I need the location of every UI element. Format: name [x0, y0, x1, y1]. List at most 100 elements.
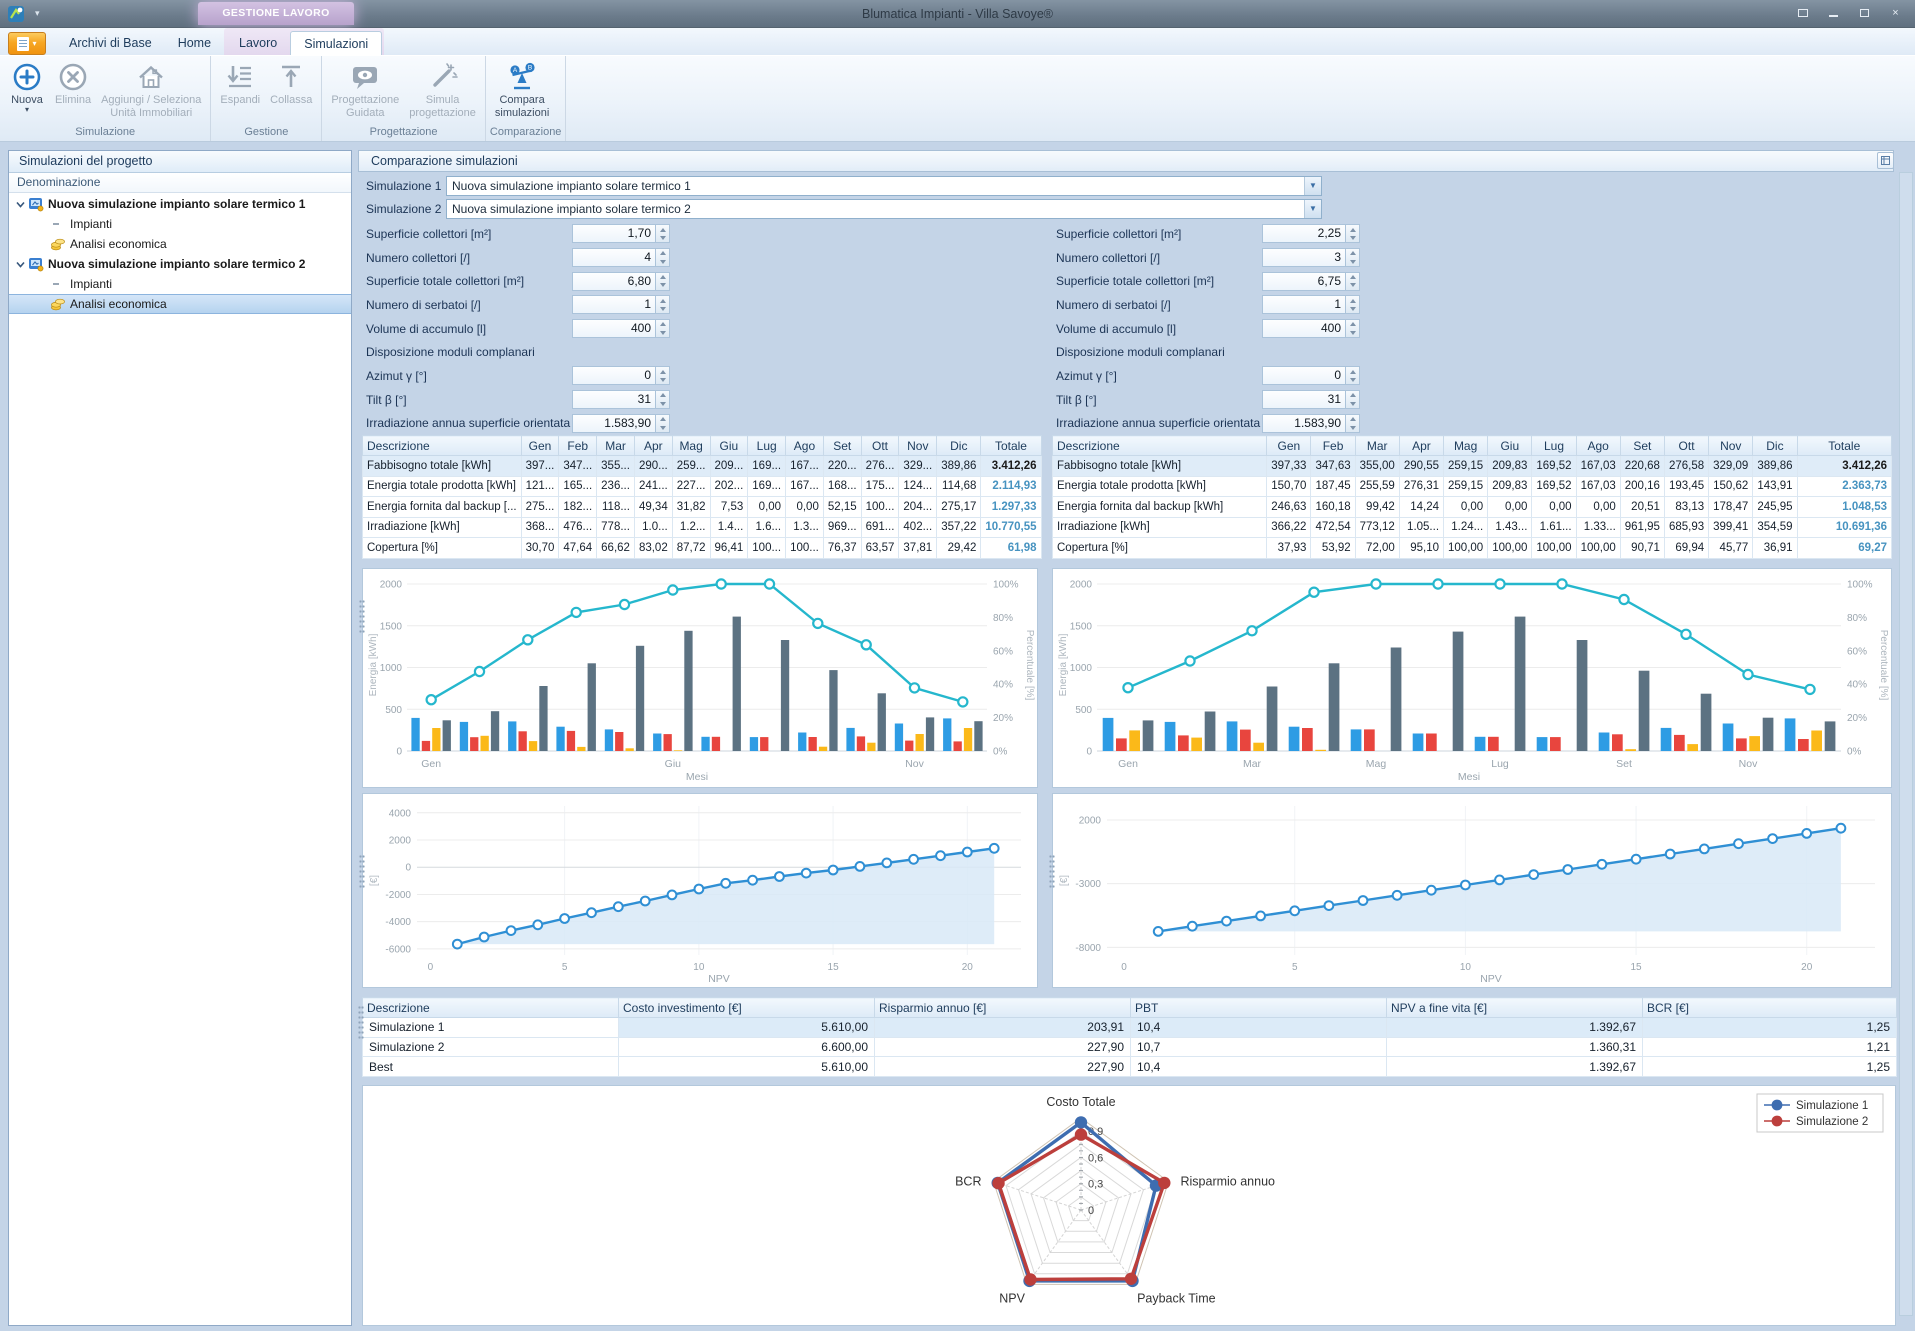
spin-down-icon[interactable]: [1346, 258, 1359, 267]
tree-item-simulation-2[interactable]: Nuova simulazione impianto solare termic…: [9, 254, 351, 274]
spin-down-icon[interactable]: [656, 281, 669, 290]
tree-expander-icon[interactable]: [13, 260, 27, 269]
spin-up-icon[interactable]: [656, 391, 669, 400]
restore-icon[interactable]: [1851, 4, 1878, 22]
sim2-tilt--input[interactable]: 31: [1262, 390, 1346, 409]
spin-up-icon[interactable]: [1346, 391, 1359, 400]
spin-down-icon[interactable]: [1346, 423, 1359, 432]
column-header[interactable]: Lug: [748, 436, 786, 456]
drag-grip-icon[interactable]: [1049, 854, 1055, 888]
compara-button[interactable]: ABCompara simulazioni: [490, 59, 554, 121]
column-header[interactable]: Nov: [1709, 436, 1753, 456]
column-header[interactable]: Ott: [1664, 436, 1708, 456]
column-header[interactable]: Dic: [937, 436, 981, 456]
table-row[interactable]: Energia fornita dal backup [...275...182…: [363, 497, 1042, 518]
sim2-monthly-table[interactable]: DescrizioneGenFebMarAprMagGiuLugAgoSetOt…: [1052, 435, 1892, 559]
spinner-control[interactable]: [656, 319, 670, 338]
spinner-control[interactable]: [656, 295, 670, 314]
spinner-control[interactable]: [1346, 272, 1360, 291]
spin-down-icon[interactable]: [656, 329, 669, 338]
spin-up-icon[interactable]: [656, 296, 669, 305]
table-row[interactable]: Simulazione 15.610,00203,9110,41.392,671…: [363, 1018, 1897, 1038]
spin-down-icon[interactable]: [656, 423, 669, 432]
spinner-control[interactable]: [656, 248, 670, 267]
spin-down-icon[interactable]: [1346, 400, 1359, 409]
table-row[interactable]: Copertura [%]37,9353,9272,0095,10100,001…: [1053, 538, 1892, 559]
tree-item-simulation-1[interactable]: Nuova simulazione impianto solare termic…: [9, 194, 351, 214]
tree-column-header[interactable]: Denominazione: [9, 173, 351, 193]
table-row[interactable]: Copertura [%]30,7047,6466,6283,0287,7296…: [363, 538, 1042, 559]
table-row[interactable]: Irradiazione [kWh]368...476...778...1.0.…: [363, 517, 1042, 538]
spin-down-icon[interactable]: [1346, 376, 1359, 385]
chevron-down-icon[interactable]: ▼: [1304, 177, 1321, 195]
table-row[interactable]: Energia fornita dal backup [kWh]246,6316…: [1053, 497, 1892, 518]
spin-down-icon[interactable]: [656, 400, 669, 409]
vertical-scrollbar[interactable]: [1899, 172, 1913, 1316]
sim2-numero-collettori--input[interactable]: 3: [1262, 248, 1346, 267]
summary-table[interactable]: DescrizioneCosto investimento [€]Risparm…: [362, 997, 1897, 1077]
spin-down-icon[interactable]: [1346, 329, 1359, 338]
column-header[interactable]: Set: [1620, 436, 1664, 456]
column-header[interactable]: Ago: [786, 436, 824, 456]
spin-up-icon[interactable]: [1346, 273, 1359, 282]
sim2-numero-di-serbatoi--input[interactable]: 1: [1262, 295, 1346, 314]
spinner-control[interactable]: [656, 272, 670, 291]
column-header[interactable]: Ago: [1576, 436, 1620, 456]
spin-up-icon[interactable]: [656, 249, 669, 258]
file-menu-button[interactable]: ▾: [8, 32, 46, 55]
chevron-down-icon[interactable]: ▼: [1304, 200, 1321, 218]
minimize-icon[interactable]: [1820, 4, 1847, 22]
spinner-control[interactable]: [1346, 366, 1360, 385]
table-row[interactable]: Fabbisogno totale [kWh]397...347...355..…: [363, 456, 1042, 477]
table-row[interactable]: Fabbisogno totale [kWh]397,33347,63355,0…: [1053, 456, 1892, 477]
drag-grip-icon[interactable]: [359, 599, 365, 633]
column-header[interactable]: Descrizione: [1053, 436, 1267, 456]
spinner-control[interactable]: [1346, 295, 1360, 314]
tab-simulazioni[interactable]: Simulazioni: [290, 31, 382, 55]
spinner-control[interactable]: [1346, 390, 1360, 409]
column-header[interactable]: Totale: [981, 436, 1041, 456]
spin-down-icon[interactable]: [1346, 305, 1359, 314]
table-row[interactable]: Energia totale prodotta [kWh]150,70187,4…: [1053, 476, 1892, 497]
spin-up-icon[interactable]: [656, 320, 669, 329]
column-header[interactable]: Feb: [559, 436, 597, 456]
drag-grip-icon[interactable]: [359, 854, 365, 888]
spin-up-icon[interactable]: [1346, 225, 1359, 234]
sim1-monthly-table[interactable]: DescrizioneGenFebMarAprMagGiuLugAgoSetOt…: [362, 435, 1042, 559]
spinner-control[interactable]: [656, 414, 670, 433]
column-header[interactable]: Apr: [1399, 436, 1443, 456]
spin-up-icon[interactable]: [656, 225, 669, 234]
tree-item-analisi-economica[interactable]: Analisi economica: [9, 294, 351, 314]
column-header[interactable]: Nov: [899, 436, 937, 456]
tree-item-analisi-economica[interactable]: Analisi economica: [9, 234, 351, 254]
simulation2-combobox[interactable]: Nuova simulazione impianto solare termic…: [446, 199, 1322, 219]
column-header[interactable]: Gen: [1267, 436, 1311, 456]
spin-down-icon[interactable]: [656, 258, 669, 267]
tree-item-impianti[interactable]: Impianti: [9, 214, 351, 234]
spin-up-icon[interactable]: [656, 415, 669, 424]
fit-window-icon[interactable]: [1789, 4, 1816, 22]
column-header[interactable]: Descrizione: [363, 436, 522, 456]
spin-down-icon[interactable]: [1346, 234, 1359, 243]
spinner-control[interactable]: [1346, 224, 1360, 243]
spin-up-icon[interactable]: [1346, 367, 1359, 376]
column-header[interactable]: Giu: [1488, 436, 1532, 456]
spin-down-icon[interactable]: [656, 305, 669, 314]
spinner-control[interactable]: [656, 366, 670, 385]
spin-down-icon[interactable]: [656, 234, 669, 243]
tab-home[interactable]: Home: [165, 31, 224, 55]
column-header[interactable]: Mag: [672, 436, 710, 456]
sim1-volume-di-accumulo-l--input[interactable]: 400: [572, 319, 656, 338]
column-header[interactable]: Descrizione: [363, 998, 619, 1018]
spinner-control[interactable]: [656, 224, 670, 243]
sim2-superficie-totale-collettori-m--input[interactable]: 6,75: [1262, 272, 1346, 291]
sim2-volume-di-accumulo-l--input[interactable]: 400: [1262, 319, 1346, 338]
column-header[interactable]: Mar: [1355, 436, 1399, 456]
sim1-irradiazione-annua-superficie-orientata-kwh-m--input[interactable]: 1.583,90: [572, 414, 656, 433]
spin-up-icon[interactable]: [656, 367, 669, 376]
spin-down-icon[interactable]: [656, 376, 669, 385]
spin-up-icon[interactable]: [656, 273, 669, 282]
spinner-control[interactable]: [656, 390, 670, 409]
tree-item-impianti[interactable]: Impianti: [9, 274, 351, 294]
column-header[interactable]: PBT: [1131, 998, 1387, 1018]
